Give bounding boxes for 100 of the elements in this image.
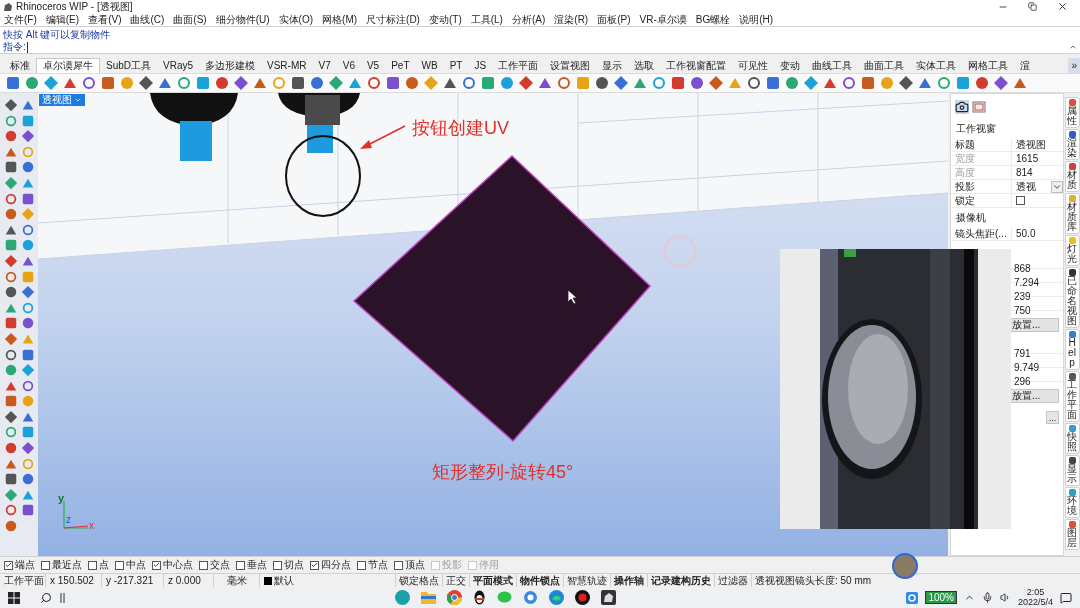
browse-button[interactable]: ...	[1046, 411, 1059, 424]
panel-tab[interactable]: Help	[1064, 329, 1080, 370]
scroll-up-icon[interactable]	[1069, 43, 1077, 51]
menu-item[interactable]: 编辑(E)	[45, 13, 80, 26]
tool-icon[interactable]	[20, 378, 35, 393]
tool-icon[interactable]	[556, 75, 572, 91]
notification-icon[interactable]	[1060, 591, 1072, 604]
tool-icon[interactable]	[3, 207, 18, 222]
place-button[interactable]: 放置...	[1009, 318, 1059, 332]
mic-icon[interactable]	[981, 592, 993, 603]
menu-item[interactable]: 尺寸标注(D)	[366, 13, 420, 26]
tool-icon[interactable]	[20, 316, 35, 331]
tool-icon[interactable]	[20, 285, 35, 300]
checkbox[interactable]	[394, 560, 403, 570]
menu-item[interactable]: 查看(V)	[88, 13, 122, 26]
viewport-tab[interactable]: 透视图	[39, 94, 85, 106]
menu-item[interactable]: 曲面(S)	[173, 13, 207, 26]
tool-icon[interactable]	[3, 347, 18, 362]
tool-icon[interactable]	[3, 253, 18, 268]
tool-icon[interactable]	[309, 75, 325, 91]
menu-item[interactable]: 网格(M)	[322, 13, 358, 26]
checkbox[interactable]	[4, 560, 13, 570]
tool-icon[interactable]	[3, 269, 18, 284]
projection-dropdown[interactable]: 透视	[1016, 179, 1063, 194]
tool-icon[interactable]	[20, 98, 35, 112]
checkbox[interactable]	[41, 560, 50, 570]
tool-icon[interactable]	[214, 75, 230, 91]
tool-icon[interactable]	[708, 75, 724, 91]
tool-icon[interactable]	[3, 331, 18, 346]
tool-icon[interactable]	[100, 75, 116, 91]
tool-icon[interactable]	[20, 160, 35, 175]
menu-item[interactable]: 说明(H)	[739, 13, 774, 26]
tool-icon[interactable]	[461, 75, 477, 91]
checkbox[interactable]	[152, 560, 161, 570]
tool-icon[interactable]	[3, 519, 18, 534]
checkbox[interactable]	[273, 560, 282, 570]
panel-tab[interactable]: 工作平面	[1064, 371, 1080, 422]
menu-item[interactable]: 渲染(R)	[554, 13, 589, 26]
tool-icon[interactable]	[860, 75, 876, 91]
toolbar-tab[interactable]: 卓尔谟犀牛	[36, 58, 100, 73]
tool-icon[interactable]	[20, 222, 35, 237]
tool-icon[interactable]	[20, 129, 35, 144]
tool-icon[interactable]	[518, 75, 534, 91]
panel-tab[interactable]: 渲染	[1064, 129, 1080, 160]
task-view-icon[interactable]	[60, 591, 65, 604]
folder-icon[interactable]	[421, 591, 436, 604]
tool-icon[interactable]	[974, 75, 990, 91]
tool-icon[interactable]	[233, 75, 249, 91]
tool-icon[interactable]	[3, 441, 18, 456]
panel-tab[interactable]: 显示	[1064, 455, 1080, 486]
chat-icon[interactable]	[497, 591, 512, 604]
close-icon[interactable]	[1057, 1, 1068, 12]
tool-icon[interactable]	[3, 316, 18, 331]
tool-icon[interactable]	[689, 75, 705, 91]
tool-icon[interactable]	[138, 75, 154, 91]
app-icon[interactable]	[601, 590, 616, 605]
tool-icon[interactable]	[366, 75, 382, 91]
checkbox[interactable]	[236, 560, 245, 570]
tool-icon[interactable]	[3, 394, 18, 409]
tabs-overflow-button[interactable]: »	[1068, 58, 1080, 73]
record-icon[interactable]	[575, 590, 590, 605]
tool-icon[interactable]	[765, 75, 781, 91]
menu-item[interactable]: BG螺栓	[695, 13, 731, 26]
panel-tab[interactable]: 属性	[1064, 97, 1080, 128]
tool-icon[interactable]	[385, 75, 401, 91]
tool-icon[interactable]	[3, 503, 18, 518]
tool-icon[interactable]	[3, 191, 18, 206]
q-app-icon[interactable]	[906, 591, 919, 604]
tool-icon[interactable]	[841, 75, 857, 91]
panel-tab[interactable]: 已命名视图	[1064, 267, 1080, 328]
tool-icon[interactable]	[3, 472, 18, 487]
search-icon[interactable]	[40, 591, 52, 604]
tool-icon[interactable]	[290, 75, 306, 91]
tool-icon[interactable]	[20, 191, 35, 206]
camera-icon[interactable]	[955, 100, 969, 114]
tool-icon[interactable]	[613, 75, 629, 91]
tool-icon[interactable]	[20, 503, 35, 518]
tool-icon[interactable]	[20, 347, 35, 362]
tool-icon[interactable]	[20, 472, 35, 487]
checkbox[interactable]	[357, 560, 366, 570]
checkbox[interactable]	[1016, 196, 1025, 205]
tool-icon[interactable]	[3, 98, 18, 112]
panel-tab[interactable]: 材质	[1064, 161, 1080, 192]
layer-name[interactable]: 默认	[274, 574, 294, 587]
tool-icon[interactable]	[594, 75, 610, 91]
checkbox[interactable]	[88, 560, 97, 570]
panel-tab[interactable]: 图层	[1064, 519, 1080, 550]
tool-icon[interactable]	[3, 409, 18, 424]
tool-icon[interactable]	[3, 285, 18, 300]
menu-item[interactable]: 曲线(C)	[130, 13, 165, 26]
restore-icon[interactable]	[1028, 2, 1037, 11]
checkbox[interactable]	[310, 560, 319, 570]
tool-icon[interactable]	[993, 75, 1009, 91]
command-panel[interactable]: 快按 Alt 键可以复制物件 指令:	[0, 26, 1080, 54]
menu-item[interactable]: 分析(A)	[511, 13, 546, 26]
tool-icon[interactable]	[3, 129, 18, 144]
tool-icon[interactable]	[5, 75, 21, 91]
tool-icon[interactable]	[3, 160, 18, 175]
checkbox[interactable]	[199, 560, 208, 570]
round-app-icon[interactable]	[395, 590, 410, 605]
